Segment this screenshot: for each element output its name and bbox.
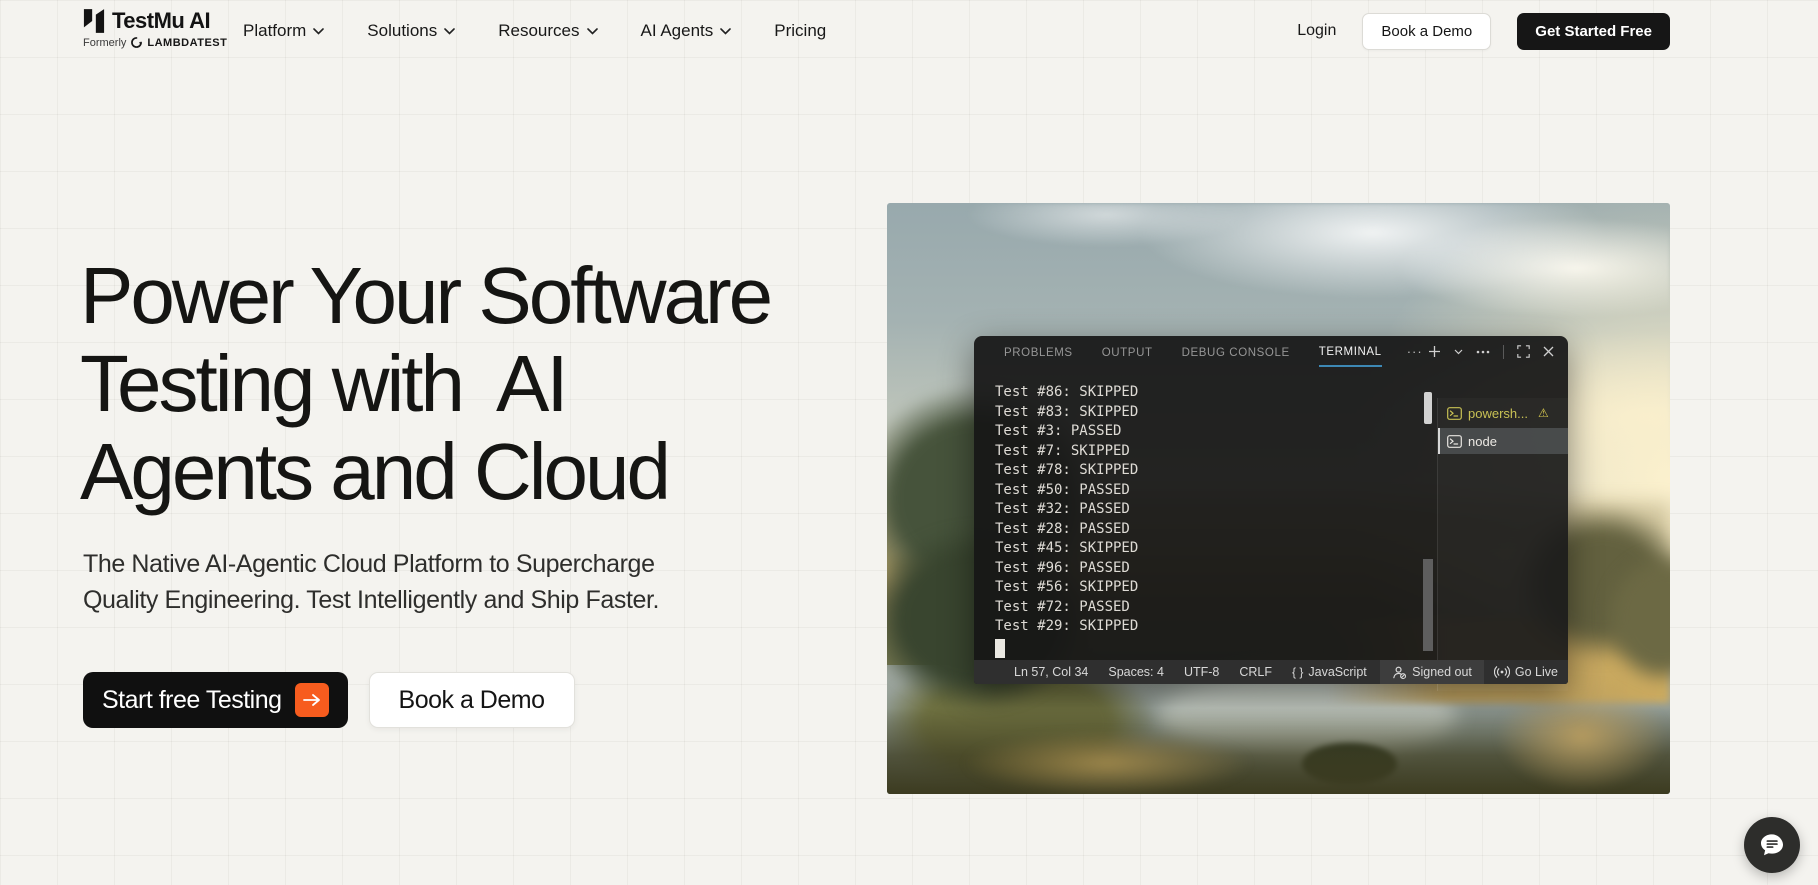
tab-problems[interactable]: PROBLEMS [1004,338,1073,366]
tab-debug-console[interactable]: DEBUG CONSOLE [1182,338,1290,366]
terminal-line: Test #50: PASSED [995,481,1130,498]
login-link[interactable]: Login [1297,22,1336,40]
divider [1503,344,1504,359]
terminal-more-actions-icon[interactable] [1476,350,1490,354]
terminal-line: Test #29: SKIPPED [995,618,1139,634]
chat-bubble-icon [1761,834,1783,856]
close-panel-icon[interactable] [1543,346,1554,357]
terminal-line: Test #78: SKIPPED [995,462,1139,478]
logo-title: TestMu AI [112,8,211,33]
terminal-line: Test #86: SKIPPED [995,384,1139,400]
cta-row: Start free Testing Book a Demo [83,672,575,728]
status-spaces[interactable]: Spaces: 4 [1098,660,1174,684]
terminal-icon [1447,434,1462,448]
hero-image: PROBLEMS OUTPUT DEBUG CONSOLE TERMINAL ·… [887,203,1670,794]
vscode-terminal-panel: PROBLEMS OUTPUT DEBUG CONSOLE TERMINAL ·… [974,336,1568,691]
terminal-dropdown-chevron-icon[interactable] [1454,349,1463,355]
new-terminal-plus-icon[interactable] [1428,345,1441,358]
terminal-instance-list: powersh... ⚠ node [1437,398,1568,691]
braces-icon: { } [1292,665,1304,679]
chevron-down-icon [720,27,732,35]
status-go-live[interactable]: Go Live [1484,660,1568,684]
nav-item-resources[interactable]: Resources [498,21,598,41]
terminal-line: Test #32: PASSED [995,501,1130,517]
terminal-instance-powershell[interactable]: powersh... ⚠ [1438,400,1568,426]
more-tabs-icon[interactable]: ··· [1407,344,1423,359]
status-account-signed-out[interactable]: Signed out [1380,660,1484,684]
terminal-line: Test #83: SKIPPED [995,403,1139,420]
terminal-line: Test #72: PASSED [995,598,1130,615]
terminal-panel-header: PROBLEMS OUTPUT DEBUG CONSOLE TERMINAL ·… [974,336,1568,367]
terminal-instance-node[interactable]: node [1438,428,1568,454]
status-encoding[interactable]: UTF-8 [1174,660,1229,684]
chat-widget-button[interactable] [1744,817,1800,873]
chevron-down-icon [313,27,325,35]
logo-brand-label: LAMBDATEST [147,36,228,49]
status-cursor-position[interactable]: Ln 57, Col 34 [1004,660,1098,684]
terminal-icon [1447,406,1462,420]
testmu-logo-icon [83,9,105,33]
lambdatest-logo-icon [131,37,143,48]
nav-item-pricing[interactable]: Pricing [774,21,826,41]
start-free-testing-button[interactable]: Start free Testing [83,672,348,728]
terminal-line: Test #45: SKIPPED [995,540,1139,556]
hero-subtitle: The Native AI-Agentic Cloud Platform to … [83,550,660,614]
status-eol[interactable]: CRLF [1229,660,1282,684]
get-started-free-button[interactable]: Get Started Free [1517,12,1670,50]
book-demo-button-hero[interactable]: Book a Demo [368,672,575,728]
tab-terminal[interactable]: TERMINAL [1318,337,1382,367]
nav-item-platform[interactable]: Platform [243,21,325,41]
maximize-panel-icon[interactable] [1517,345,1530,358]
chevron-down-icon [586,27,598,35]
terminal-line: Test #28: PASSED [995,520,1130,537]
photo-golden-grass [927,723,1287,794]
vscode-status-bar: Ln 57, Col 34 Spaces: 4 UTF-8 CRLF { } J… [974,660,1568,684]
logo-formerly-label: Formerly [83,36,127,49]
tab-output[interactable]: OUTPUT [1102,338,1153,366]
terminal-line: Test #7: SKIPPED [995,442,1130,459]
terminal-line: Test #96: PASSED [995,559,1130,576]
logo[interactable]: TestMu AI Formerly LAMBDATEST [83,8,227,49]
terminal-output-lines: Test #86: SKIPPED Test #83: SKIPPED Test… [995,383,1138,637]
broadcast-icon [1493,666,1510,678]
warning-icon: ⚠ [1537,406,1549,420]
accounts-icon [1393,666,1407,679]
nav-item-solutions[interactable]: Solutions [367,21,456,41]
terminal-cursor [995,639,1005,658]
nav-item-ai-agents[interactable]: AI Agents [641,21,732,41]
terminal-output-area: Test #86: SKIPPED Test #83: SKIPPED Test… [974,367,1568,691]
scrollbar-thumb[interactable] [1424,392,1432,424]
book-demo-button-header[interactable]: Book a Demo [1362,12,1492,50]
main-nav: Platform Solutions Resources AI Agents P… [243,0,826,62]
status-language[interactable]: { } JavaScript [1282,660,1377,684]
terminal-line: Test #56: SKIPPED [995,579,1139,595]
hero-headline: Power Your Software Testing with AI Agen… [80,251,773,516]
scrollbar-thumb[interactable] [1423,559,1433,651]
terminal-line: Test #3: PASSED [995,423,1122,439]
chevron-down-icon [444,27,456,35]
arrow-right-icon [294,683,329,717]
page: TestMu AI Formerly LAMBDATEST Platform S… [0,0,1818,885]
header: TestMu AI Formerly LAMBDATEST Platform S… [0,0,1818,62]
header-actions: Login Book a Demo Get Started Free [1297,0,1670,62]
